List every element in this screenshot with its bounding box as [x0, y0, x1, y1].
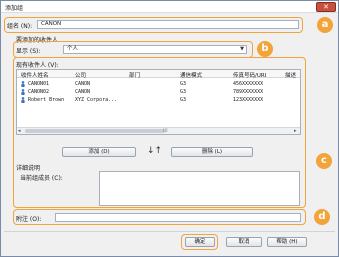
close-icon: ✕	[323, 3, 329, 11]
callout-badge-c: c	[316, 153, 332, 169]
add-group-dialog: 添加组 ✕ 组名 (N): CANON a 要添加的收件人 显示 (S): 个人…	[0, 0, 339, 257]
window-title: 添加组	[5, 5, 24, 12]
callout-highlight-d	[13, 209, 306, 225]
close-button[interactable]: ✕	[316, 2, 336, 12]
help-button[interactable]: 帮助 (H)	[267, 237, 307, 247]
cancel-button[interactable]: 取消	[226, 237, 262, 247]
title-bar: 添加组 ✕	[1, 1, 338, 13]
callout-badge-d: d	[314, 209, 330, 225]
callout-highlight-b	[13, 41, 253, 58]
callout-badge-a: a	[317, 17, 333, 33]
ok-button[interactable]: 确定	[185, 237, 215, 247]
callout-highlight-c	[13, 57, 306, 208]
callout-badge-b: b	[257, 41, 273, 57]
footer-divider	[4, 231, 335, 232]
callout-highlight-a	[4, 17, 303, 33]
